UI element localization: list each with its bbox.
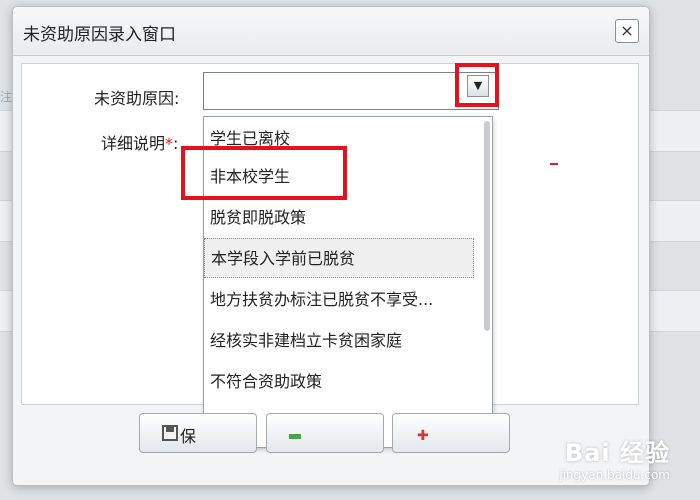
dropdown-option[interactable]: 脱贫即脱政策 <box>204 198 474 238</box>
dropdown-scrollbar[interactable] <box>484 121 490 331</box>
required-mark: * <box>165 134 174 153</box>
watermark: Bai 经验 jingyan.baidu.com <box>559 433 670 482</box>
close-icon[interactable]: × <box>615 19 639 43</box>
right-button[interactable]: ✚ <box>392 413 510 453</box>
dropdown-option[interactable]: 不符合资助政策 <box>204 362 474 402</box>
red-dash-mark <box>550 163 558 165</box>
red-icon: ✚ <box>417 428 429 444</box>
select-arrow-highlight[interactable]: ▼ <box>455 63 499 107</box>
watermark-logo: Bai 经验 <box>564 439 670 467</box>
floppy-disk-icon <box>162 425 178 441</box>
dropdown-option[interactable]: 经核实非建档立卡贫困家庭 <box>204 321 474 361</box>
option-highlight-box <box>181 146 347 200</box>
watermark-url: jingyan.baidu.com <box>559 468 670 482</box>
dropdown-option[interactable]: 地方扶贫办标注已脱贫不享受... <box>204 280 474 320</box>
dialog-titlebar: 未资助原因录入窗口 × <box>13 7 649 56</box>
detail-label-colon: : <box>173 134 179 153</box>
background-text: 注 <box>0 90 13 104</box>
detail-label-text: 详细说明 <box>101 134 166 153</box>
dialog-title: 未资助原因录入窗口 <box>23 25 176 45</box>
chevron-down-icon[interactable]: ▼ <box>467 75 489 97</box>
dropdown-option-hovered[interactable]: 本学段入学前已脱贫 <box>204 238 474 278</box>
reason-label: 未资助原因: <box>94 89 180 108</box>
save-button-label: 保 <box>180 427 197 446</box>
detail-label: 详细说明*: <box>101 130 178 154</box>
save-button[interactable]: 保 <box>139 413 257 453</box>
green-icon <box>289 434 301 439</box>
middle-button[interactable] <box>266 413 384 453</box>
